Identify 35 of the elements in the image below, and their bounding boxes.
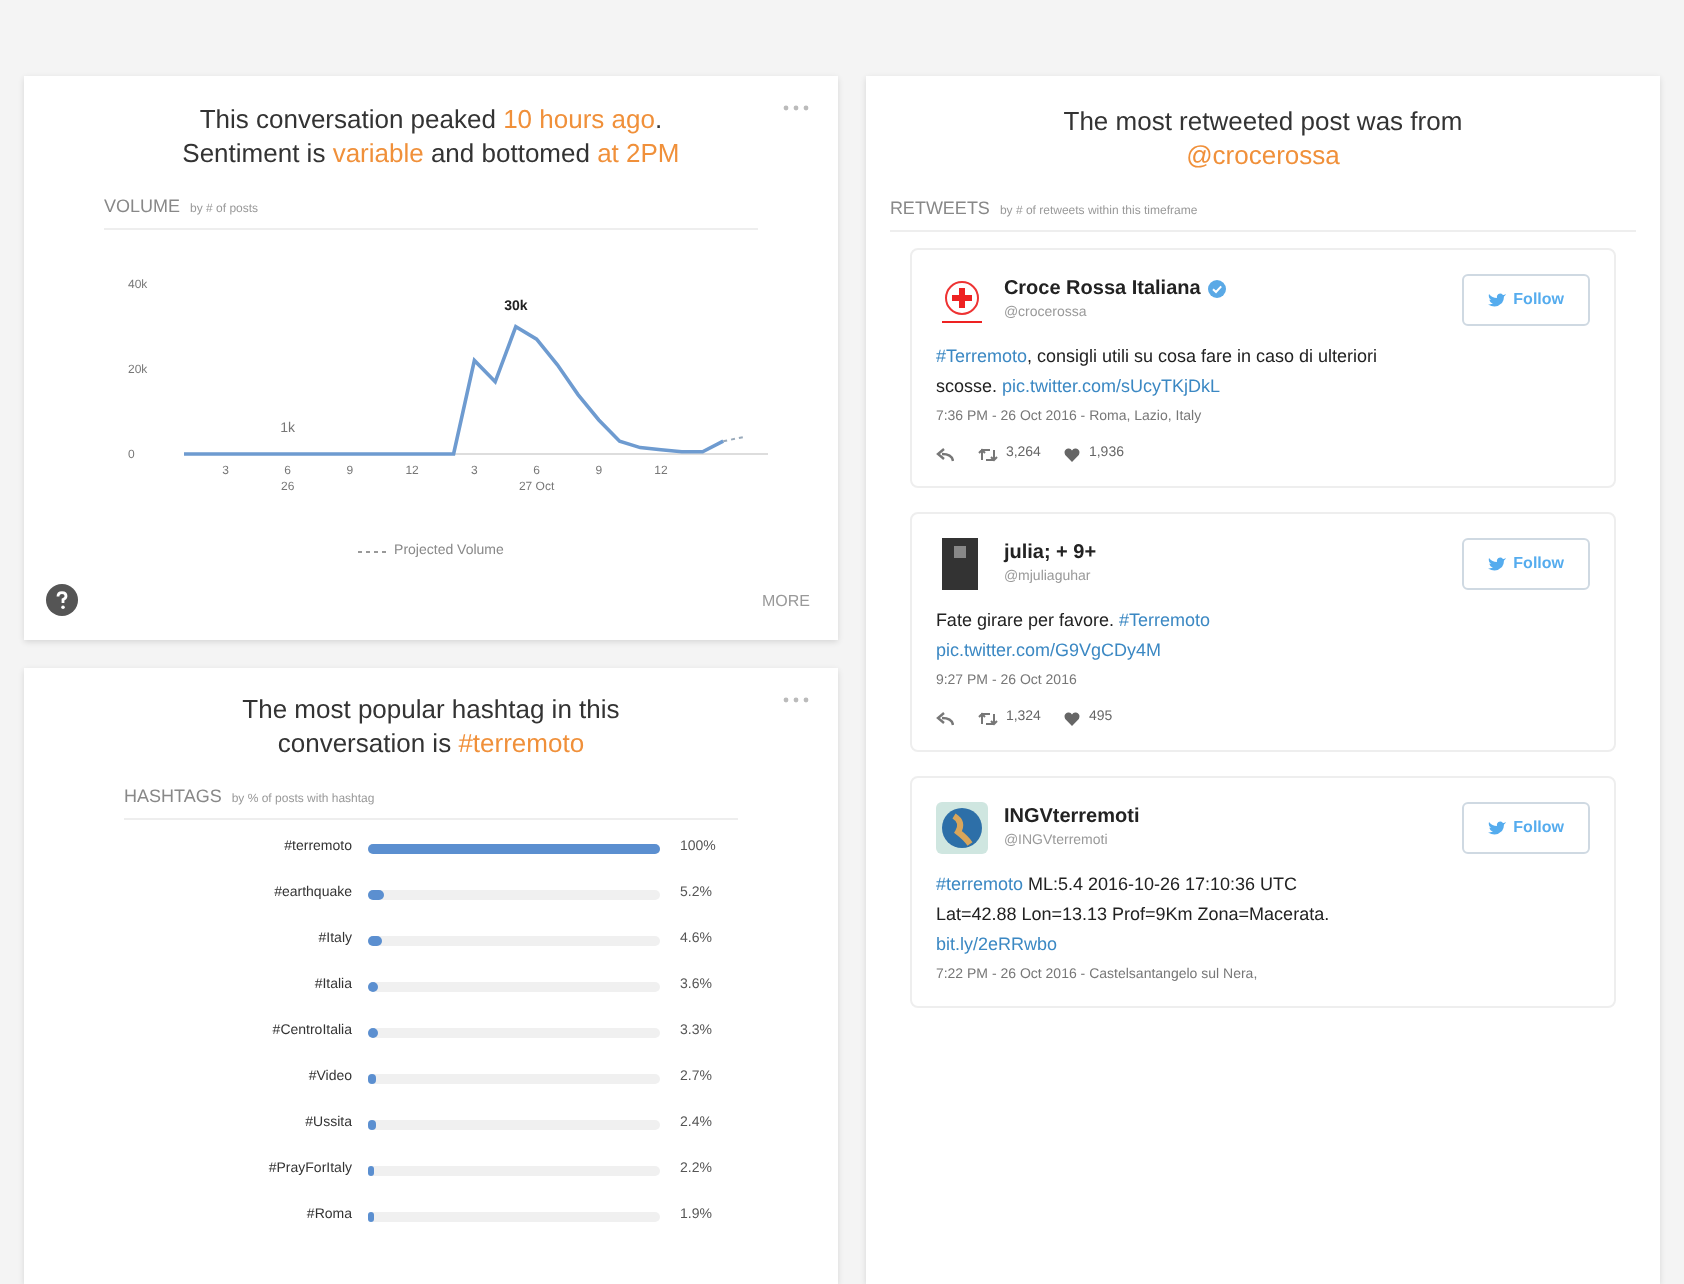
reply-icon[interactable] <box>935 711 954 726</box>
tweet-text: Fate girare per favore. #Terremoto pic.twitter.com/G9VgCDy4M <box>935 607 1213 664</box>
tweet-text: #Terremoto, consigli utili su cosa fare in caso di ulteriori scosse. pic.twitter.com/sUcyTKjDkL <box>935 343 1380 400</box>
account-name: Croce Rossa Italiana <box>1003 275 1201 303</box>
tweet-link[interactable]: #Terremoto <box>1118 609 1211 629</box>
tweet-link[interactable]: bit.ly/2eRRwbo <box>935 933 1057 953</box>
tweet-link[interactable]: pic.twitter.com/sUcyTKjDkL <box>1001 375 1220 395</box>
card-headline: This conversation peaked 10 hours ago. Sentiment is variable and bottomed at 2PM <box>180 102 682 170</box>
tweet-text: #terremoto ML:5.4 2016-10-26 17:10:36 UTC Lat=42.88 Lon=13.13 Prof=9Km Zona=Macerata. bit.ly/2eRRwbo <box>935 871 1332 958</box>
section-title: RETWEETS <box>889 196 990 222</box>
follow-button[interactable]: Follow <box>1461 273 1590 325</box>
help-icon[interactable] <box>46 584 78 616</box>
heart-icon[interactable] <box>1064 447 1081 462</box>
card-headline: The most retweeted post was from @crocerossa <box>1061 104 1465 172</box>
account-name: julia; + 9+ <box>1003 539 1097 567</box>
reply-icon[interactable] <box>935 447 954 462</box>
more-link[interactable]: MORE <box>761 590 810 614</box>
globe-logo-icon <box>935 801 988 853</box>
account-name: INGVterremoti <box>1003 803 1140 831</box>
bird-icon <box>1487 555 1506 571</box>
bird-icon <box>1487 819 1506 835</box>
tweet-link[interactable]: #terremoto <box>935 873 1023 893</box>
heart-icon[interactable] <box>1064 711 1081 726</box>
projected-line <box>722 435 745 442</box>
retweet-icon[interactable] <box>977 711 998 726</box>
section-title: HASHTAGS <box>124 784 222 810</box>
dashed-line-icon <box>358 549 387 554</box>
follow-button[interactable]: Follow <box>1461 801 1590 853</box>
section-title: VOLUME <box>104 194 181 220</box>
card-headline: The most popular hashtag in this conversation is #terremoto <box>240 692 622 760</box>
follow-button[interactable]: Follow <box>1461 537 1590 589</box>
bird-icon <box>1487 291 1506 307</box>
tweet-link[interactable]: #Terremoto <box>935 345 1027 365</box>
retweet-icon[interactable] <box>977 447 998 462</box>
tweet-link[interactable]: pic.twitter.com/G9VgCDy4M <box>935 639 1161 659</box>
